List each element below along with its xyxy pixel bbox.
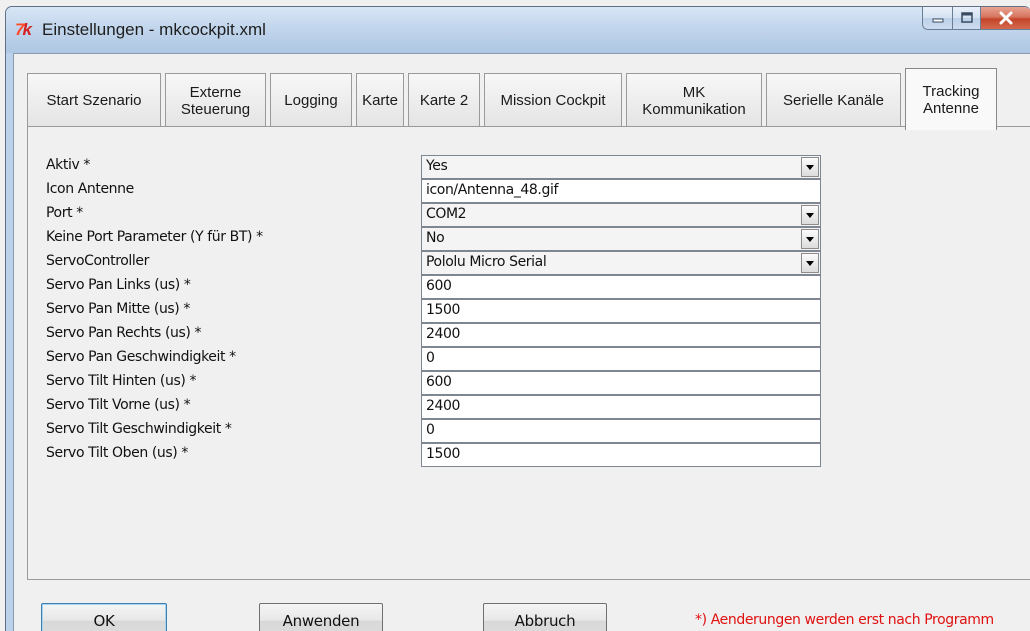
servo-tilt-hinten-input[interactable]: 600 bbox=[421, 371, 821, 395]
servo-pan-geschwindigkeit-input[interactable]: 0 bbox=[421, 347, 821, 371]
tab-karte[interactable]: Karte bbox=[356, 73, 404, 127]
keine-port-parameter-dropdown[interactable]: No bbox=[421, 227, 821, 251]
dropdown-button[interactable] bbox=[801, 157, 819, 177]
title-bar[interactable]: 7k Einstellungen - mkcockpit.xml bbox=[6, 7, 1030, 53]
caption-buttons bbox=[922, 7, 1030, 30]
setting-label: Servo Pan Rechts (us) * bbox=[46, 325, 202, 341]
servocontroller-dropdown[interactable]: Pololu Micro Serial bbox=[421, 251, 821, 275]
tab-tracking-antenne[interactable]: Tracking Antenne bbox=[905, 68, 997, 130]
mk-logo-icon: 7k bbox=[15, 20, 32, 39]
setting-label: Servo Tilt Oben (us) * bbox=[46, 445, 188, 461]
servo-tilt-geschwindigkeit-input[interactable]: 0 bbox=[421, 419, 821, 443]
setting-value: No bbox=[426, 230, 445, 246]
setting-label: Servo Tilt Hinten (us) * bbox=[46, 373, 197, 389]
setting-label: Servo Tilt Geschwindigkeit * bbox=[46, 421, 232, 437]
servo-pan-rechts-input[interactable]: 2400 bbox=[421, 323, 821, 347]
settings-list: Aktiv * Yes Icon Antenne icon/Antenna_48… bbox=[46, 127, 846, 567]
aktiv-dropdown[interactable]: Yes bbox=[421, 155, 821, 179]
dropdown-arrow-icon bbox=[806, 164, 814, 170]
servo-tilt-oben-input[interactable]: 1500 bbox=[421, 443, 821, 467]
setting-value: Yes bbox=[426, 158, 448, 174]
setting-label: Servo Tilt Vorne (us) * bbox=[46, 397, 191, 413]
dropdown-arrow-icon bbox=[806, 260, 814, 266]
dropdown-arrow-icon bbox=[806, 236, 814, 242]
setting-label: Port * bbox=[46, 205, 83, 221]
dropdown-button[interactable] bbox=[801, 253, 819, 273]
minimize-icon bbox=[932, 18, 943, 23]
close-button[interactable] bbox=[981, 7, 1030, 29]
ok-button[interactable]: OK bbox=[41, 603, 167, 631]
maximize-button[interactable] bbox=[953, 7, 981, 29]
dropdown-button[interactable] bbox=[801, 229, 819, 249]
restart-notice: *) Aenderungen werden erst nach Programm bbox=[695, 612, 994, 628]
close-icon bbox=[999, 11, 1013, 25]
tab-serielle-kanaele[interactable]: Serielle Kanäle bbox=[766, 73, 901, 127]
tab-start-szenario[interactable]: Start Szenario bbox=[27, 73, 161, 127]
setting-label: Servo Pan Mitte (us) * bbox=[46, 301, 191, 317]
tab-karte-2[interactable]: Karte 2 bbox=[408, 73, 480, 127]
setting-label: ServoController bbox=[46, 253, 149, 269]
tab-externe-steuerung[interactable]: Externe Steuerung bbox=[165, 73, 266, 127]
setting-label: Keine Port Parameter (Y für BT) * bbox=[46, 229, 263, 245]
setting-value: COM2 bbox=[426, 206, 467, 222]
port-dropdown[interactable]: COM2 bbox=[421, 203, 821, 227]
servo-pan-links-input[interactable]: 600 bbox=[421, 275, 821, 299]
setting-label: Servo Pan Geschwindigkeit * bbox=[46, 349, 236, 365]
setting-label: Icon Antenne bbox=[46, 181, 134, 197]
tracking-antenne-panel: Aktiv * Yes Icon Antenne icon/Antenna_48… bbox=[27, 126, 1030, 580]
maximize-icon bbox=[960, 12, 973, 23]
minimize-button[interactable] bbox=[923, 7, 953, 29]
dropdown-arrow-icon bbox=[806, 212, 814, 218]
tab-mk-kommunikation[interactable]: MK Kommunikation bbox=[626, 73, 762, 127]
tab-mission-cockpit[interactable]: Mission Cockpit bbox=[484, 73, 622, 127]
setting-value: Pololu Micro Serial bbox=[426, 254, 547, 270]
cancel-button[interactable]: Abbruch bbox=[483, 603, 607, 631]
dropdown-button[interactable] bbox=[801, 205, 819, 225]
servo-tilt-vorne-input[interactable]: 2400 bbox=[421, 395, 821, 419]
servo-pan-mitte-input[interactable]: 1500 bbox=[421, 299, 821, 323]
window-title: Einstellungen - mkcockpit.xml bbox=[42, 20, 266, 39]
settings-window: 7k Einstellungen - mkcockpit.xml Start S… bbox=[5, 6, 1030, 631]
apply-button[interactable]: Anwenden bbox=[259, 603, 383, 631]
tab-logging[interactable]: Logging bbox=[270, 73, 352, 127]
dialog-client-area: Start Szenario Externe Steuerung Logging… bbox=[13, 53, 1030, 631]
setting-label: Servo Pan Links (us) * bbox=[46, 277, 191, 293]
setting-label: Aktiv * bbox=[46, 157, 90, 173]
dialog-button-bar: OK Anwenden Abbruch *) Aenderungen werde… bbox=[14, 590, 1030, 631]
icon-antenne-input[interactable]: icon/Antenna_48.gif bbox=[421, 179, 821, 203]
tab-strip: Start Szenario Externe Steuerung Logging… bbox=[14, 54, 1030, 134]
